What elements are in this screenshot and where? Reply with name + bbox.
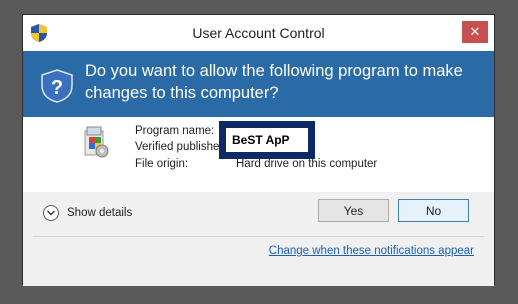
question-banner: ? Do you want to allow the following pro… [23,51,494,117]
file-origin-value: Hard drive on this computer [236,158,378,170]
uac-dialog: User Account Control ✕ ? Do you want to … [22,14,495,286]
svg-text:?: ? [51,77,63,99]
yes-button[interactable]: Yes [318,199,389,222]
divider [33,236,484,237]
close-icon: ✕ [469,24,481,39]
redaction-text: BeST ApP [226,128,308,152]
dialog-footer: Show details Yes No Change when these no… [23,192,494,286]
window-title: User Account Control [192,25,325,41]
program-installer-icon [84,126,109,158]
show-details-label: Show details [67,207,133,219]
program-name-label: Program name: [135,125,215,137]
no-button[interactable]: No [398,199,469,222]
verified-publisher-label: Verified publishe [135,141,220,153]
uac-shield-icon: ? [41,69,73,103]
title-bar: User Account Control ✕ [23,15,494,51]
chevron-down-icon [43,205,59,221]
program-details: Program name: Verified publishe File ori… [23,117,494,192]
change-notifications-link[interactable]: Change when these notifications appear [269,245,474,257]
file-origin-label: File origin: [135,158,189,170]
redaction-box: BeST ApP [219,121,315,159]
close-button[interactable]: ✕ [462,21,488,43]
question-text: Do you want to allow the following progr… [85,62,463,102]
show-details-toggle[interactable]: Show details [43,205,132,221]
